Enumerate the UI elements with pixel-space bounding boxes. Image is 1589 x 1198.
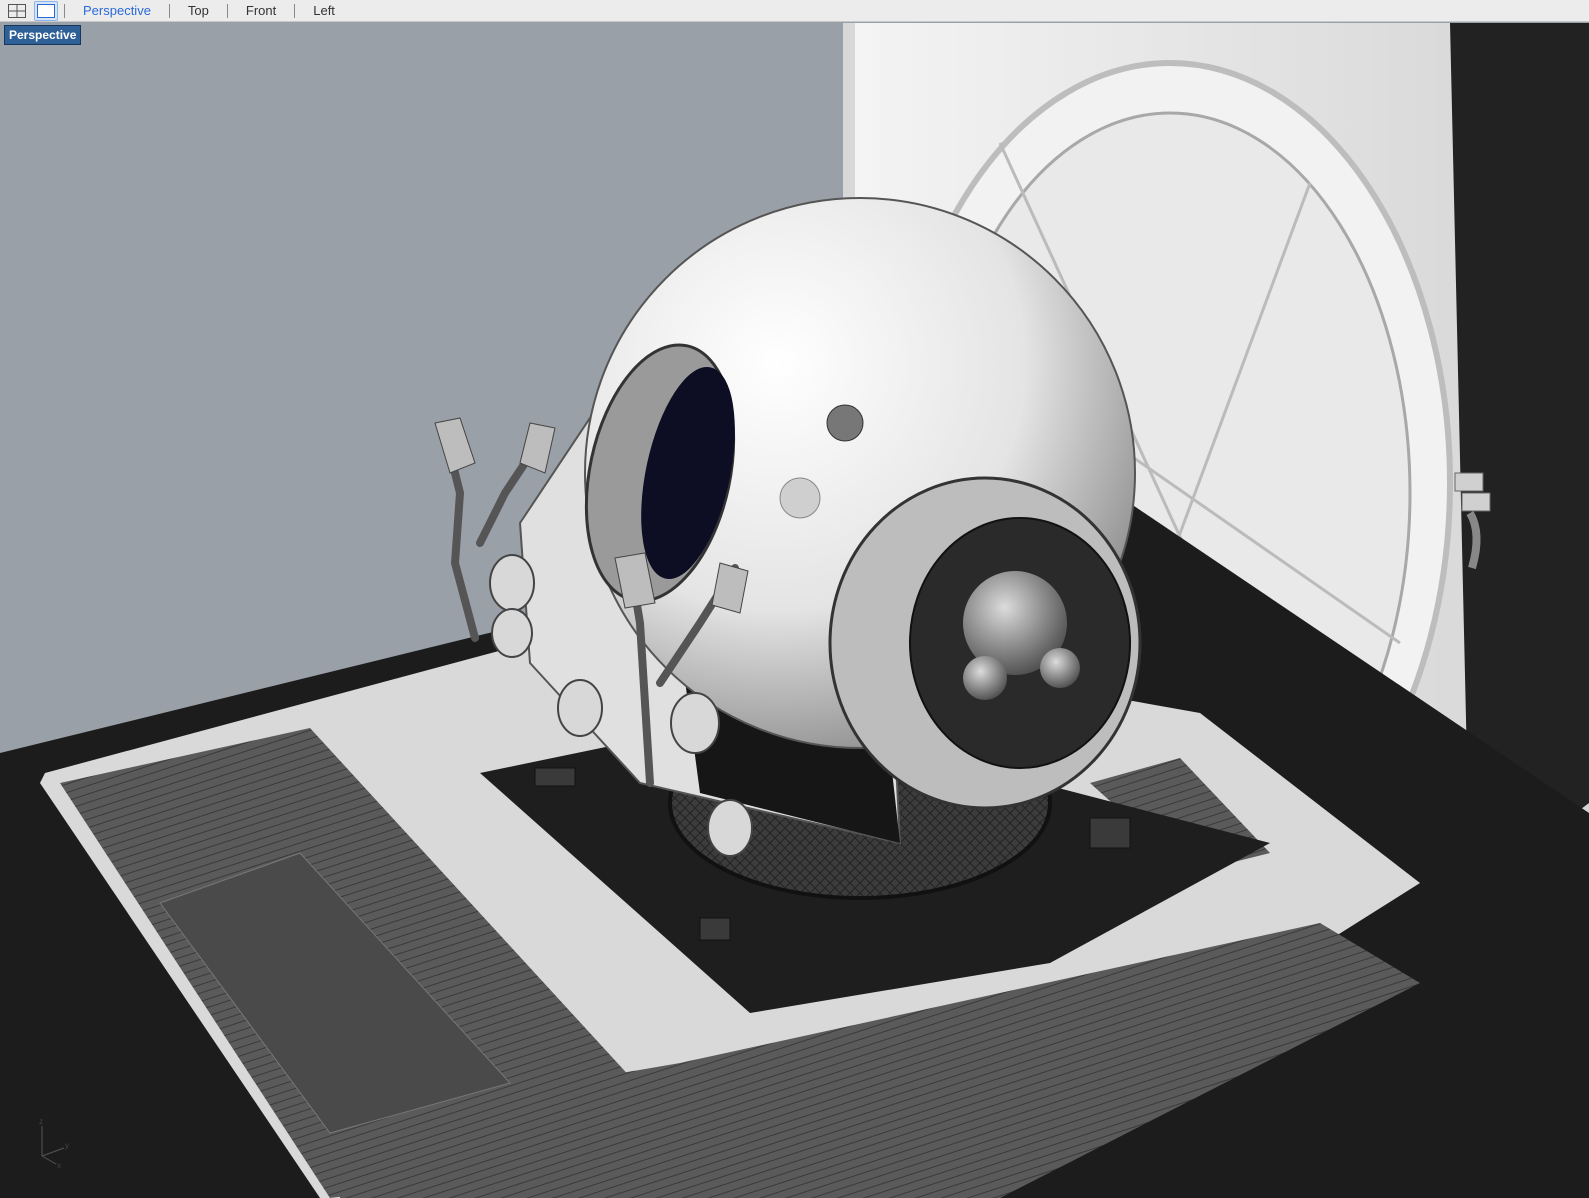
pod-dome-small	[963, 656, 1007, 700]
toolbar-divider	[226, 3, 228, 18]
floor-equipment	[699, 917, 731, 941]
tab-top[interactable]: Top	[176, 1, 221, 21]
toolbar-divider	[294, 3, 296, 18]
toolbar-divider	[168, 3, 170, 18]
axis-triad-icon: z y x	[39, 1118, 69, 1168]
pod-camera-lens	[826, 404, 864, 442]
viewport-toolbar: Perspective Top Front Left	[0, 0, 1589, 22]
axis-x-label: x	[57, 1161, 61, 1168]
tab-left[interactable]: Left	[301, 1, 347, 21]
pod-dome-small	[1040, 648, 1080, 688]
3d-scene-render	[0, 23, 1589, 1198]
single-viewport-icon[interactable]	[34, 0, 58, 21]
floor-equipment	[1089, 817, 1131, 849]
four-viewport-grid-icon[interactable]	[6, 1, 28, 21]
tab-front[interactable]: Front	[234, 1, 288, 21]
axis-z-label: z	[39, 1118, 43, 1126]
perspective-viewport[interactable]: Perspective z y x	[0, 23, 1589, 1198]
toolbar-divider	[64, 3, 65, 18]
pod-port	[779, 477, 821, 519]
tab-perspective[interactable]: Perspective	[71, 1, 163, 21]
axis-y-label: y	[65, 1141, 69, 1150]
viewport-label[interactable]: Perspective	[4, 25, 82, 45]
floor-equipment	[534, 767, 576, 787]
